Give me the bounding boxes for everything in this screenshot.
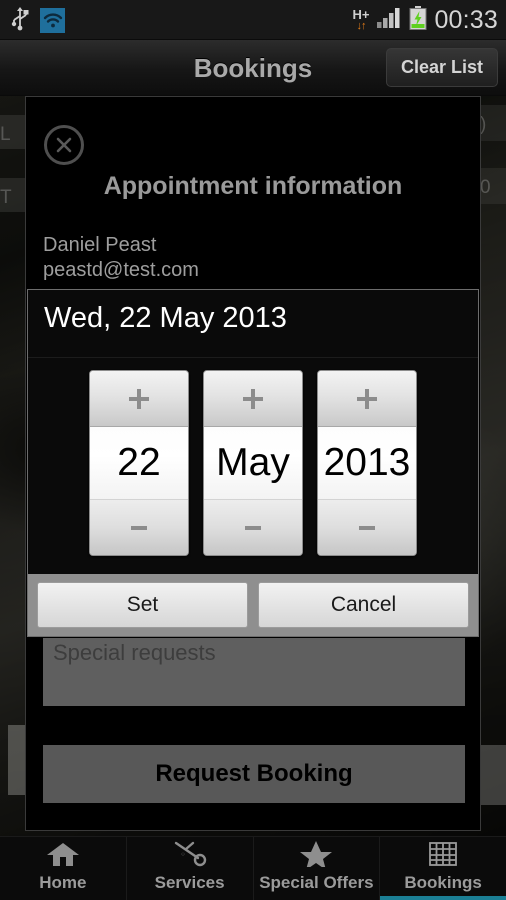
day-spinner: 22 xyxy=(89,370,189,556)
status-bar-clock: 00:33 xyxy=(434,5,498,34)
battery-charging-icon xyxy=(409,5,427,35)
dialog-title: Appointment information xyxy=(103,172,403,200)
status-bar-left-icons xyxy=(10,0,65,40)
day-decrement-button[interactable] xyxy=(90,499,188,555)
month-increment-button[interactable] xyxy=(204,371,302,427)
tab-label: Home xyxy=(39,873,87,892)
network-type-icon: H+ ↓↑ xyxy=(352,8,369,32)
status-bar-right-icons: H+ ↓↑ 00:33 xyxy=(352,0,498,40)
close-circle-icon[interactable] xyxy=(44,125,84,165)
star-icon xyxy=(299,839,333,869)
tab-label: Bookings xyxy=(404,873,482,892)
day-increment-button[interactable] xyxy=(90,371,188,427)
year-value[interactable]: 2013 xyxy=(318,427,416,499)
special-requests-placeholder: Special requests xyxy=(53,640,216,665)
month-decrement-button[interactable] xyxy=(204,499,302,555)
date-picker-dialog: Wed, 22 May 2013 22 May 2013 Set Cancel xyxy=(27,289,479,637)
calendar-grid-icon xyxy=(428,839,458,869)
tab-bookings[interactable]: Bookings xyxy=(380,837,506,900)
tab-special-offers[interactable]: Special Offers xyxy=(254,837,381,900)
minus-icon xyxy=(245,525,261,530)
year-decrement-button[interactable] xyxy=(318,499,416,555)
background-fragment-text: T xyxy=(0,187,12,208)
cancel-button[interactable]: Cancel xyxy=(258,582,469,628)
wifi-icon xyxy=(40,7,65,33)
request-booking-button[interactable]: Request Booking xyxy=(43,745,465,803)
plus-icon xyxy=(243,388,263,409)
network-arrows-label: ↓↑ xyxy=(356,20,366,32)
year-spinner: 2013 xyxy=(317,370,417,556)
tab-label: Special Offers xyxy=(259,873,374,892)
background-fragment-text: L xyxy=(0,124,11,145)
date-picker-footer: Set Cancel xyxy=(28,574,478,636)
customer-email: peastd@test.com xyxy=(43,259,199,281)
special-requests-input[interactable]: Special requests xyxy=(43,638,465,706)
phone-screen: L T ) 0 H+ ↓↑ 00:33 Bookings Clear List … xyxy=(0,0,506,900)
plus-icon xyxy=(129,388,149,409)
month-value[interactable]: May xyxy=(204,427,302,499)
home-icon xyxy=(46,839,80,869)
month-spinner: May xyxy=(203,370,303,556)
bottom-tab-bar: Home Services Special Offers Bookings xyxy=(0,836,506,900)
customer-name: Daniel Peast xyxy=(43,234,157,256)
date-picker-header: Wed, 22 May 2013 xyxy=(44,301,287,334)
tab-services[interactable]: Services xyxy=(127,837,254,900)
set-button[interactable]: Set xyxy=(37,582,248,628)
status-bar: H+ ↓↑ 00:33 xyxy=(0,0,506,40)
plus-icon xyxy=(357,388,377,409)
tab-home[interactable]: Home xyxy=(0,837,127,900)
minus-icon xyxy=(359,525,375,530)
scissors-icon xyxy=(173,839,207,869)
action-bar: Bookings Clear List xyxy=(0,40,506,96)
signal-bars-icon xyxy=(376,7,402,34)
year-increment-button[interactable] xyxy=(318,371,416,427)
minus-icon xyxy=(131,525,147,530)
day-value[interactable]: 22 xyxy=(90,427,188,499)
date-picker-spinners: 22 May 2013 xyxy=(28,370,478,556)
background-fragment-text: 0 xyxy=(480,177,491,198)
usb-icon xyxy=(10,5,30,36)
tab-label: Services xyxy=(154,873,225,892)
clear-list-button[interactable]: Clear List xyxy=(385,48,498,87)
date-picker-divider xyxy=(28,357,478,358)
